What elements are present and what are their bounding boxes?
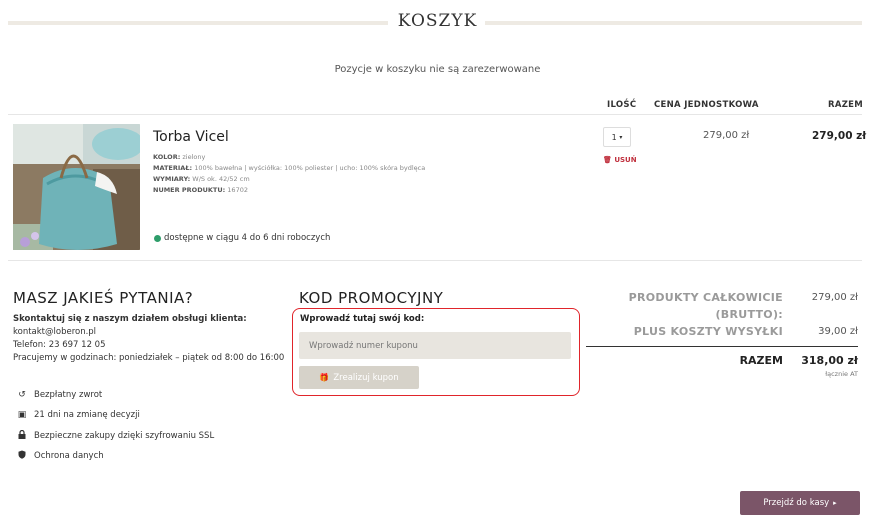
feature-ssl: Bezpieczne zakupy dzięki szyfrowaniu SSL (17, 429, 214, 442)
gift-icon: 🎁 (319, 373, 330, 382)
products-total-value: 279,00 zł (811, 292, 858, 303)
product-attribute-material: MATERIAŁ: 100% bawełna | wyściółka: 100%… (153, 164, 426, 172)
product-name[interactable]: Torba Vicel (153, 129, 229, 145)
column-header-total: RAZEM (828, 100, 864, 110)
vat-note: łącznie AT (825, 370, 858, 378)
feature-decision-days: ▣ 21 dni na zmianę decyzji (17, 410, 140, 420)
chevron-down-icon: ▾ (619, 133, 623, 141)
unit-price: 279,00 zł (703, 130, 750, 141)
feature-data-protection: Ochrona danych (17, 450, 104, 462)
shipping-value: 39,00 zł (818, 326, 858, 337)
chevron-right-icon: ▸ (833, 499, 837, 507)
promo-title: KOD PROMOCYJNY (299, 289, 444, 307)
page-title: KOSZYK (0, 11, 875, 31)
quantity-select[interactable]: 1 ▾ (603, 127, 631, 147)
grand-total-value: 318,00 zł (801, 354, 858, 367)
availability-dot-icon (154, 234, 161, 242)
products-total-label: PRODUKTY CAŁKOWICIE (BRUTTO): (628, 291, 783, 321)
reservation-notice: Pozycje w koszyku nie są zarezerwowane (334, 64, 541, 75)
product-image[interactable] (13, 124, 140, 250)
checkout-button[interactable]: Przejdź do kasy ▸ (740, 491, 860, 515)
product-attribute-number: NUMER PRODUKTU: 16702 (153, 186, 248, 194)
contact-heading: Skontaktuj się z naszym działem obsługi … (13, 314, 247, 324)
feature-free-return: ↺ Bezpłatny zwrot (18, 390, 103, 400)
contact-email[interactable]: kontakt@loberon.pl (13, 327, 96, 337)
redeem-coupon-button[interactable]: 🎁 Zrealizuj kupon (299, 366, 419, 389)
product-attribute-color: KOLOR: zielony (153, 153, 206, 161)
contact-hours: Pracujemy w godzinach: poniedziałek – pi… (13, 353, 285, 363)
contact-phone[interactable]: Telefon: 23 697 12 05 (13, 340, 106, 350)
summary-divider (586, 346, 858, 347)
column-header-qty: ILOŚĆ (607, 100, 637, 110)
product-attribute-dimensions: WYMIARY: W/S ok. 42/52 cm (153, 175, 250, 183)
remove-item-button[interactable]: 🗑 USUŃ (603, 156, 637, 164)
line-total: 279,00 zł (812, 130, 867, 142)
promo-label: Wprowadź tutaj swój kod: (300, 314, 425, 324)
return-icon: ↺ (18, 390, 26, 400)
help-title: MASZ JAKIEŚ PYTANIA? (13, 289, 194, 307)
divider (8, 260, 862, 261)
lock-icon (17, 429, 27, 442)
availability-status: dostępne w ciągu 4 do 6 dni roboczych (154, 233, 330, 243)
grand-total-label: RAZEM (739, 354, 783, 367)
shipping-label: PLUS KOSZTY WYSYŁKI (633, 325, 783, 338)
trash-icon: 🗑 (603, 156, 612, 164)
column-header-unit-price: CENA JEDNOSTKOWA (654, 100, 759, 110)
divider (8, 114, 862, 115)
shield-icon (17, 450, 27, 462)
coupon-input[interactable] (299, 332, 571, 359)
calendar-icon: ▣ (17, 410, 27, 420)
